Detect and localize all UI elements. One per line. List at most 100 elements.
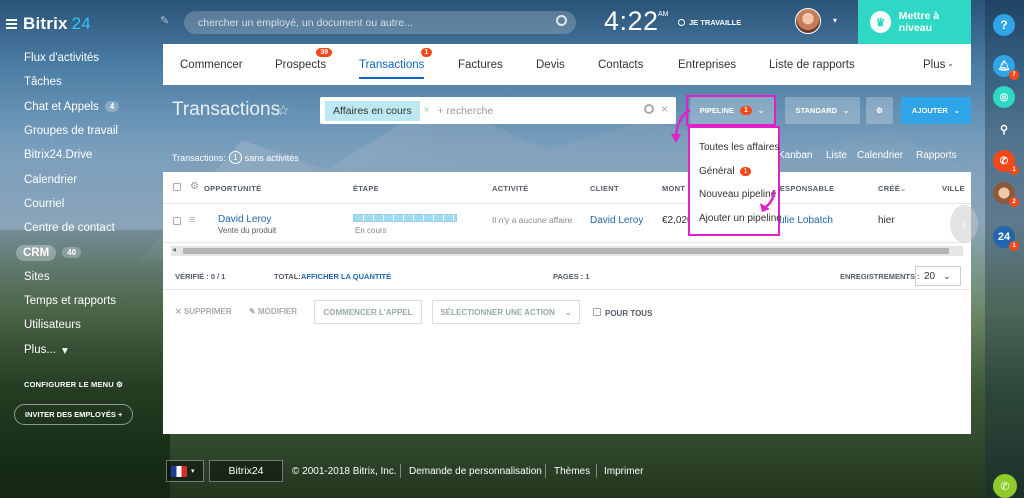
contact-avatar[interactable]: 2 [993, 182, 1019, 207]
select-all-checkbox[interactable] [173, 183, 181, 191]
tab-label: Contacts [598, 58, 644, 71]
sidebar-item-courriel[interactable]: Courriel [24, 192, 119, 216]
work-status[interactable]: JE TRAVAILLE [678, 18, 741, 27]
records-per-page-select[interactable]: 20 ⌄ [915, 266, 961, 286]
tab-devis[interactable]: Devis [536, 44, 565, 85]
view-liste[interactable]: Liste [826, 150, 847, 161]
tab-plus[interactable]: Plus - [923, 44, 952, 85]
sidebar-item-utilisateurs[interactable]: Utilisateurs [24, 313, 119, 337]
responsible-link[interactable]: Julie Lobatch [774, 215, 833, 226]
sidebar-item-groupes[interactable]: Groupes de travail [24, 119, 119, 143]
bell-icon[interactable]: 🔔︎ 7 [993, 55, 1019, 80]
row-menu-icon[interactable]: ≡ [189, 214, 195, 226]
tab-entreprises[interactable]: Entreprises [678, 44, 736, 85]
sidebar-item-chat[interactable]: Chat et Appels 4 [24, 95, 120, 119]
phone-icon[interactable]: ✆ [993, 474, 1017, 498]
show-quantity-link[interactable]: AFFICHER LA QUANTITÉ [301, 272, 391, 281]
tab-commencer[interactable]: Commencer [180, 44, 243, 85]
filter-chip[interactable]: Affaires en cours [325, 100, 420, 121]
menu-icon[interactable] [6, 19, 17, 29]
gear-icon[interactable]: ⚙ [190, 181, 199, 192]
help-icon[interactable]: ? [993, 14, 1015, 36]
table-row[interactable]: ≡ David Leroy Vente du produit En cours … [163, 205, 971, 243]
configure-menu-button[interactable]: CONFIGURER LE MENU ⚙ [24, 380, 123, 389]
row-checkbox[interactable] [173, 217, 181, 225]
clock-ampm: AM [658, 11, 669, 18]
tab-prospects[interactable]: Prospects 39 [275, 44, 333, 85]
sort-icon[interactable]: ⌄ [900, 184, 907, 193]
tab-transactions[interactable]: Transactions 1 [359, 44, 433, 85]
stage-progress[interactable] [353, 214, 457, 222]
search-icon[interactable] [556, 15, 567, 26]
summary-count[interactable]: 1 [228, 151, 242, 164]
language-selector[interactable]: ▾ [166, 460, 204, 482]
close-icon[interactable]: × [424, 105, 430, 116]
sidebar-item-drive[interactable]: Bitrix24.Drive [24, 143, 119, 167]
upgrade-button[interactable]: ♛ Mettre à niveau [858, 0, 971, 44]
clock-time[interactable]: 4:22 [604, 6, 659, 37]
sidebar-item-flux[interactable]: Flux d'activités [24, 46, 119, 70]
column-header[interactable]: MONT [662, 184, 685, 193]
pencil-icon[interactable]: ✎ [160, 14, 169, 27]
for-all-checkbox[interactable] [593, 308, 601, 316]
horizontal-scrollbar[interactable]: ◂ [171, 245, 963, 256]
sidebar-item-contact-center[interactable]: Centre de contact [24, 216, 119, 240]
sidebar-item-plus[interactable]: Plus... ▾ [24, 338, 119, 362]
column-header[interactable]: VILLE [942, 184, 965, 193]
global-search-input[interactable]: chercher un employé, un document ou autr… [184, 11, 576, 34]
print-link[interactable]: Imprimer [604, 466, 643, 477]
column-header[interactable]: RESPONSABLE [774, 184, 834, 193]
customize-link[interactable]: Demande de personnalisation [409, 466, 542, 477]
column-header[interactable]: ACTIVITÉ [492, 184, 529, 193]
column-header[interactable]: ÉTAPE [353, 184, 379, 193]
select-action-dropdown[interactable]: SÉLECTIONNER UNE ACTION ⌄ [432, 300, 580, 324]
column-header[interactable]: OPPORTUNITÉ [204, 184, 261, 193]
filter-search[interactable]: Affaires en cours × + recherche × [320, 97, 676, 124]
sidebar-item-sites[interactable]: Sites [24, 265, 119, 289]
sidebar-item-taches[interactable]: Tâches [24, 70, 119, 94]
chevron-right-icon[interactable]: › [950, 205, 978, 243]
view-rapports[interactable]: Rapports [916, 150, 957, 161]
sidebar-item-crm[interactable]: CRM 40 [16, 240, 119, 264]
total-label: TOTAL: [274, 272, 301, 281]
sidebar-item-calendrier[interactable]: Calendrier [24, 167, 119, 191]
delete-button[interactable]: ✕ SUPPRIMER [175, 307, 232, 316]
star-icon[interactable]: ☆ [277, 102, 290, 119]
pipeline-item-all[interactable]: Toutes les affaires [699, 136, 779, 160]
close-icon[interactable]: × [661, 102, 668, 116]
general-badge: 1 [739, 166, 752, 176]
standard-button[interactable]: STANDARD ⌄ [785, 97, 860, 124]
pipeline-item-general[interactable]: Général 1 [699, 160, 778, 184]
phone-icon[interactable]: ✆ 1 [993, 150, 1019, 175]
filter-placeholder: + recherche [437, 104, 494, 117]
search-icon[interactable] [644, 104, 654, 114]
bitrix24-icon[interactable]: 24 1 [993, 226, 1019, 251]
client-link[interactable]: David Leroy [590, 215, 643, 226]
column-header[interactable]: CRÉÉ [878, 184, 900, 193]
chevron-down-icon: ⌄ [953, 106, 961, 115]
tab-reports[interactable]: Liste de rapports [769, 44, 855, 85]
add-button[interactable]: AJOUTER ⌄ [901, 97, 971, 124]
tab-contacts[interactable]: Contacts [598, 44, 643, 85]
start-call-button[interactable]: COMMENCER L'APPEL [314, 300, 422, 324]
chevron-down-icon[interactable]: ▾ [833, 16, 837, 25]
search-icon[interactable]: ⚲ [993, 118, 1015, 140]
chevron-down-icon: ⌄ [564, 307, 572, 317]
bitrix-brand[interactable]: Bitrix24 [209, 460, 283, 482]
add-label: AJOUTER [911, 106, 948, 115]
chat-icon[interactable]: ◎ [993, 86, 1015, 108]
view-calendrier[interactable]: Calendrier [857, 150, 903, 161]
column-header[interactable]: CLIENT [590, 184, 619, 193]
user-avatar[interactable] [795, 8, 821, 34]
tab-factures[interactable]: Factures [458, 44, 503, 85]
sidebar-item-temps[interactable]: Temps et rapports [24, 289, 119, 313]
edit-button[interactable]: ✎ MODIFIER [249, 307, 297, 316]
settings-button[interactable]: ⚙ [866, 97, 893, 124]
chevron-left-icon[interactable]: ◂ [172, 245, 176, 254]
opportunity-link[interactable]: David Leroy [218, 214, 271, 225]
view-kanban[interactable]: Kanban [778, 150, 812, 161]
themes-link[interactable]: Thèmes [554, 466, 590, 477]
invite-employees-button[interactable]: INVITER DES EMPLOYÉS + [14, 404, 134, 425]
logo[interactable]: Bitrix 24 [6, 14, 91, 34]
scrollbar-thumb[interactable] [183, 248, 949, 254]
